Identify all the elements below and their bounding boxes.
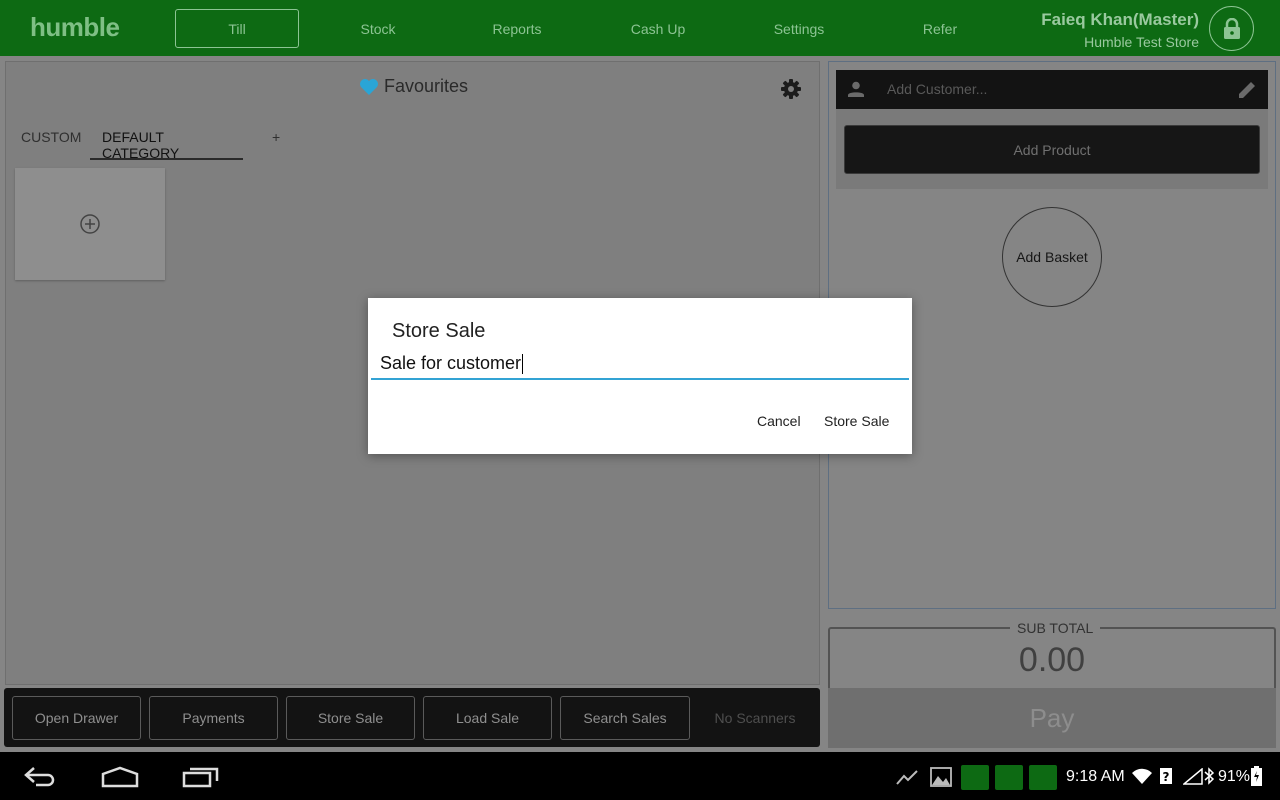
- add-customer-input[interactable]: Add Customer...: [887, 81, 987, 97]
- cancel-button[interactable]: Cancel: [757, 413, 801, 429]
- tab-add-category[interactable]: +: [272, 122, 280, 160]
- gear-icon[interactable]: [780, 78, 802, 100]
- home-icon[interactable]: [101, 766, 139, 788]
- person-icon: [848, 81, 864, 97]
- favourites-title: Favourites: [384, 76, 469, 96]
- add-basket-button[interactable]: Add Basket: [1002, 207, 1102, 307]
- open-drawer-button[interactable]: Open Drawer: [12, 696, 141, 740]
- activity-chart-icon: [896, 770, 918, 785]
- back-icon[interactable]: [22, 765, 58, 789]
- lock-button[interactable]: [1209, 6, 1254, 51]
- humble-logo: humble: [30, 12, 120, 42]
- user-name[interactable]: Faieq Khan(Master): [1041, 10, 1199, 30]
- cell-signal-icon: [1183, 768, 1203, 785]
- top-navigation-bar: humble Till Stock Reports Cash Up Settin…: [0, 0, 1280, 56]
- add-product-button[interactable]: Add Product: [844, 125, 1260, 174]
- confirm-store-sale-button[interactable]: Store Sale: [824, 413, 889, 429]
- nav-refer[interactable]: Refer: [878, 9, 1002, 48]
- wifi-icon: [1132, 768, 1152, 784]
- nav-till[interactable]: Till: [175, 9, 299, 48]
- subtotal-box: SUB TOTAL 0.00: [828, 620, 1276, 689]
- subtotal-label: SUB TOTAL: [1010, 620, 1101, 636]
- android-system-bar: 9:18 AM ? 91%: [0, 752, 1280, 800]
- humble-notification-icon: [995, 765, 1023, 790]
- svg-text:?: ?: [1163, 770, 1170, 784]
- dialog-title: Store Sale: [392, 320, 486, 342]
- favourites-header: Favourites: [359, 76, 468, 97]
- subtotal-value: 0.00: [1018, 641, 1086, 679]
- tab-default-category[interactable]: DEFAULT CATEGORY: [90, 122, 243, 161]
- sale-name-value: Sale for customer: [380, 353, 522, 373]
- nav-stock[interactable]: Stock: [316, 9, 440, 48]
- heart-icon: [360, 78, 378, 95]
- gallery-icon: [930, 767, 952, 787]
- pay-button[interactable]: Pay: [828, 688, 1276, 748]
- store-sale-button[interactable]: Store Sale: [286, 696, 415, 740]
- clock: 9:18 AM: [1066, 768, 1125, 785]
- sale-name-input[interactable]: Sale for customer: [371, 352, 909, 380]
- store-name: Humble Test Store: [1084, 34, 1199, 50]
- nav-settings[interactable]: Settings: [737, 9, 861, 48]
- product-area: Add Product: [836, 109, 1268, 189]
- signal-unknown-icon: ?: [1160, 768, 1172, 784]
- battery-charging-icon: [1251, 766, 1262, 786]
- add-favourite-tile[interactable]: [15, 168, 165, 280]
- bluetooth-icon: [1204, 767, 1215, 785]
- customer-bar[interactable]: Add Customer...: [836, 70, 1268, 109]
- plus-circle-icon: [80, 214, 100, 234]
- battery-percentage: 91%: [1218, 768, 1251, 785]
- payments-button[interactable]: Payments: [149, 696, 278, 740]
- search-sales-button[interactable]: Search Sales: [560, 696, 690, 740]
- edit-pencil-icon[interactable]: [1238, 80, 1257, 99]
- action-bar: Open Drawer Payments Store Sale Load Sal…: [4, 688, 820, 747]
- tab-custom[interactable]: CUSTOM: [21, 122, 81, 160]
- lock-icon: [1223, 17, 1240, 39]
- load-sale-button[interactable]: Load Sale: [423, 696, 552, 740]
- app-screen: humble Till Stock Reports Cash Up Settin…: [0, 0, 1280, 800]
- nav-cash-up[interactable]: Cash Up: [596, 9, 720, 48]
- recent-apps-icon[interactable]: [182, 766, 220, 788]
- nav-reports[interactable]: Reports: [455, 9, 579, 48]
- store-sale-dialog: Store Sale Sale for customer Cancel Stor…: [368, 298, 912, 454]
- text-cursor: [522, 354, 524, 375]
- humble-notification-icon: [961, 765, 989, 790]
- humble-notification-icon: [1029, 765, 1057, 790]
- no-scanners-status: No Scanners: [714, 710, 796, 726]
